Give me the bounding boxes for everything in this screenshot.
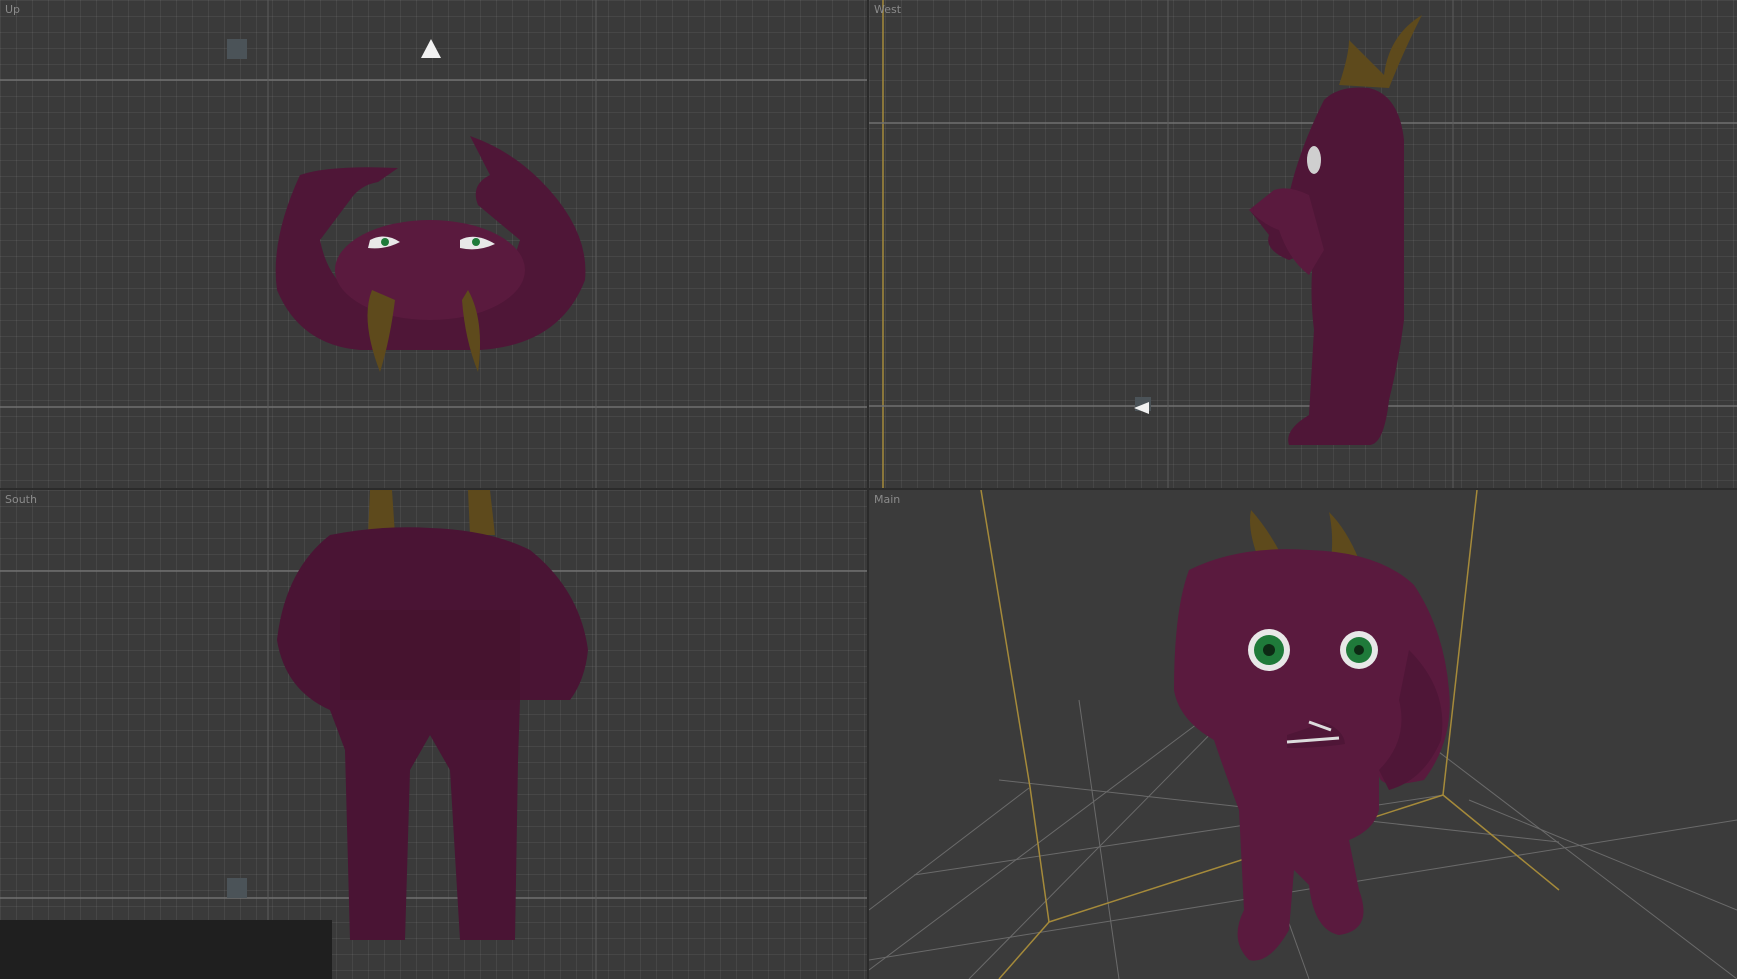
viewport-up-scene [0,0,867,488]
viewport-label-main: Main [874,493,901,506]
viewport-divider-horizontal[interactable] [0,488,1737,490]
viewport-up[interactable]: Up [0,0,867,488]
grid-handle[interactable] [227,39,247,59]
character-3d-view [1174,510,1450,961]
viewport-label-west: West [874,3,902,16]
viewport-west-scene [869,0,1737,488]
character-side-view [1249,15,1422,445]
viewport-main[interactable]: Main [869,490,1737,979]
viewport-label-south: South [5,493,37,506]
viewport-main-scene [869,490,1737,979]
viewport-south-scene [0,490,867,979]
viewport-south[interactable]: South [0,490,867,979]
character-back-view [277,490,588,940]
triangle-up-icon [421,39,441,58]
grid-handle[interactable] [227,878,247,898]
character-top-view [275,136,586,372]
bottom-panel [0,920,332,979]
viewport-label-up: Up [5,3,21,16]
viewport-west[interactable]: West [869,0,1737,488]
